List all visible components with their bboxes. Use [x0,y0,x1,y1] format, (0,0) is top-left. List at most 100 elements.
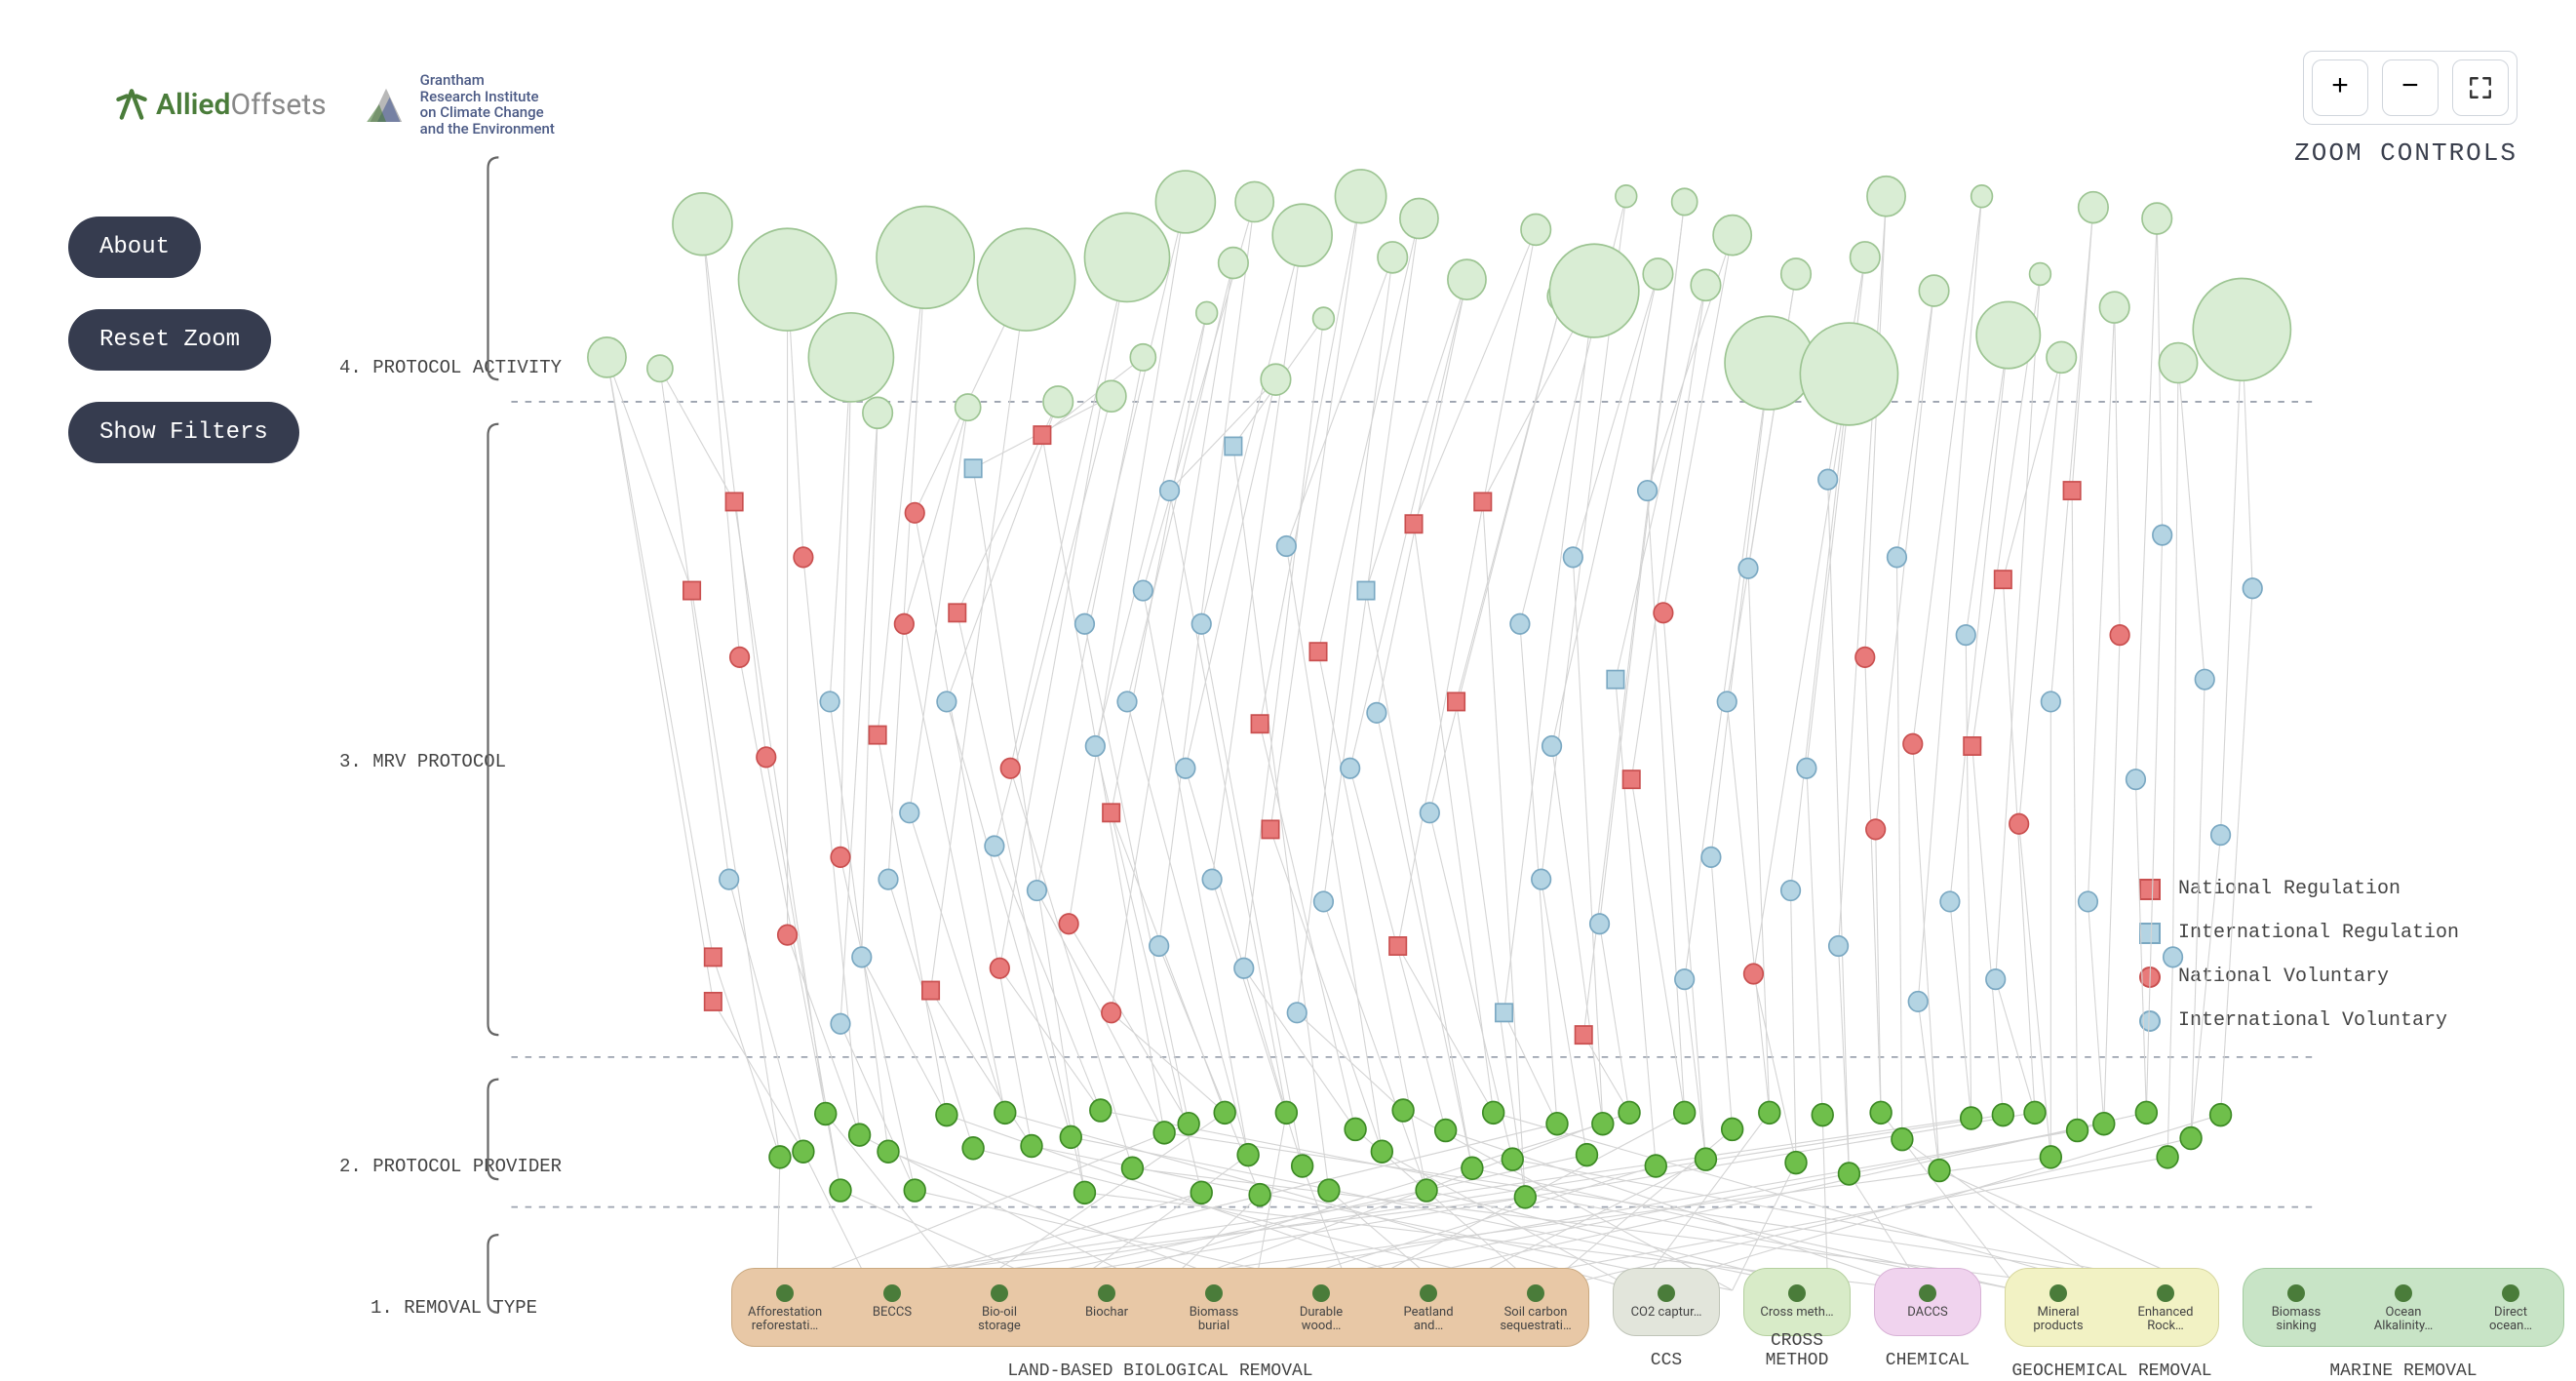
mrv-node[interactable] [1251,715,1268,732]
activity-bubble[interactable] [863,397,892,428]
mrv-node[interactable] [949,604,965,621]
provider-node[interactable] [1592,1113,1614,1135]
provider-node[interactable] [1812,1104,1833,1126]
removal-type-dot[interactable] [2049,1284,2067,1302]
activity-bubble[interactable] [1096,380,1125,412]
mrv-node[interactable] [1000,759,1020,779]
provider-node[interactable] [1090,1099,1112,1122]
removal-type-dot[interactable] [1312,1284,1330,1302]
removal-type-dot[interactable] [1788,1284,1806,1302]
mrv-node[interactable] [1034,426,1050,444]
mrv-node[interactable] [2153,525,2172,545]
provider-node[interactable] [769,1146,791,1168]
activity-bubble[interactable] [1851,242,1880,273]
provider-node[interactable] [1021,1135,1042,1158]
provider-node[interactable] [1759,1101,1780,1124]
provider-node[interactable] [1318,1179,1340,1202]
mrv-node[interactable] [1262,820,1278,838]
provider-node[interactable] [1178,1113,1199,1135]
provider-node[interactable] [995,1101,1016,1124]
provider-node[interactable] [1992,1104,2013,1126]
removal-type-dot[interactable] [883,1284,901,1302]
activity-bubble[interactable] [2099,292,2128,323]
activity-bubble[interactable] [2159,343,2197,383]
mrv-node[interactable] [1405,515,1422,533]
provider-node[interactable] [1392,1099,1414,1122]
mrv-node[interactable] [900,803,919,823]
mrv-node[interactable] [1102,1003,1121,1023]
removal-type-dot[interactable] [2502,1284,2519,1302]
mrv-node[interactable] [1421,803,1440,823]
activity-bubble[interactable] [1448,259,1486,299]
mrv-node[interactable] [1474,493,1491,510]
removal-group[interactable]: DACCSCHEMICAL [1874,1268,1981,1336]
activity-bubble[interactable] [1378,242,1407,273]
mrv-node[interactable] [831,1013,850,1034]
mrv-node[interactable] [1314,891,1334,912]
mrv-node[interactable] [1701,848,1721,868]
removal-group[interactable]: Cross meth…CROSS METHOD [1743,1268,1851,1336]
activity-bubble[interactable] [1313,307,1335,330]
activity-bubble[interactable] [1800,323,1897,425]
provider-node[interactable] [1961,1107,1982,1129]
activity-bubble[interactable] [673,193,732,256]
activity-bubble[interactable] [1335,170,1386,223]
mrv-node[interactable] [1191,613,1211,634]
mrv-node[interactable] [1829,936,1849,957]
mrv-node[interactable] [1086,736,1106,757]
activity-bubble[interactable] [877,207,974,309]
activity-bubble[interactable] [808,313,893,402]
provider-node[interactable] [1546,1113,1568,1135]
mrv-node[interactable] [1341,759,1360,779]
show-filters-button[interactable]: Show Filters [68,402,299,463]
mrv-node[interactable] [2164,947,2183,967]
provider-node[interactable] [904,1179,925,1202]
mrv-node[interactable] [1287,1003,1307,1023]
provider-node[interactable] [1416,1179,1437,1202]
mrv-node[interactable] [1160,481,1180,501]
provider-node[interactable] [1153,1122,1175,1144]
mrv-node[interactable] [1532,869,1551,889]
provider-node[interactable] [2210,1104,2232,1126]
mrv-node[interactable] [1940,891,1960,912]
activity-bubble[interactable] [1919,275,1948,306]
provider-node[interactable] [793,1140,814,1163]
provider-node[interactable] [1074,1181,1096,1203]
activity-bubble[interactable] [1976,301,2040,368]
mrv-node[interactable] [705,948,722,966]
activity-bubble[interactable] [1084,213,1169,301]
activity-bubble[interactable] [2142,203,2171,234]
activity-bubble[interactable] [2030,263,2051,286]
activity-bubble[interactable] [647,355,673,381]
mrv-node[interactable] [991,959,1010,979]
mrv-node[interactable] [778,925,798,945]
mrv-node[interactable] [1075,613,1095,634]
mrv-node[interactable] [1564,547,1583,568]
mrv-node[interactable] [1903,733,1923,754]
mrv-node[interactable] [2079,891,2098,912]
mrv-node[interactable] [794,547,813,568]
removal-type-dot[interactable] [2157,1284,2174,1302]
provider-node[interactable] [1785,1152,1807,1174]
provider-node[interactable] [1722,1119,1743,1141]
fullscreen-button[interactable] [2452,59,2509,116]
mrv-node[interactable] [1738,559,1758,579]
provider-node[interactable] [2157,1146,2178,1168]
zoom-in-button[interactable]: + [2312,59,2368,116]
mrv-node[interactable] [1225,437,1241,454]
mrv-node[interactable] [1309,643,1326,660]
provider-node[interactable] [1577,1144,1598,1166]
activity-bubble[interactable] [588,337,626,377]
mrv-node[interactable] [1176,759,1195,779]
mrv-node[interactable] [2211,825,2231,846]
provider-node[interactable] [1696,1148,1717,1170]
removal-type-dot[interactable] [1420,1284,1437,1302]
mrv-node[interactable] [1277,536,1297,557]
activity-bubble[interactable] [738,228,836,331]
removal-group[interactable]: Biomass sinkingOcean Alkalinity…Direct o… [2243,1268,2564,1347]
activity-bubble[interactable] [1400,199,1438,239]
provider-node[interactable] [1619,1101,1640,1124]
mrv-node[interactable] [820,691,839,712]
mrv-node[interactable] [2127,769,2146,790]
mrv-node[interactable] [1675,969,1695,990]
